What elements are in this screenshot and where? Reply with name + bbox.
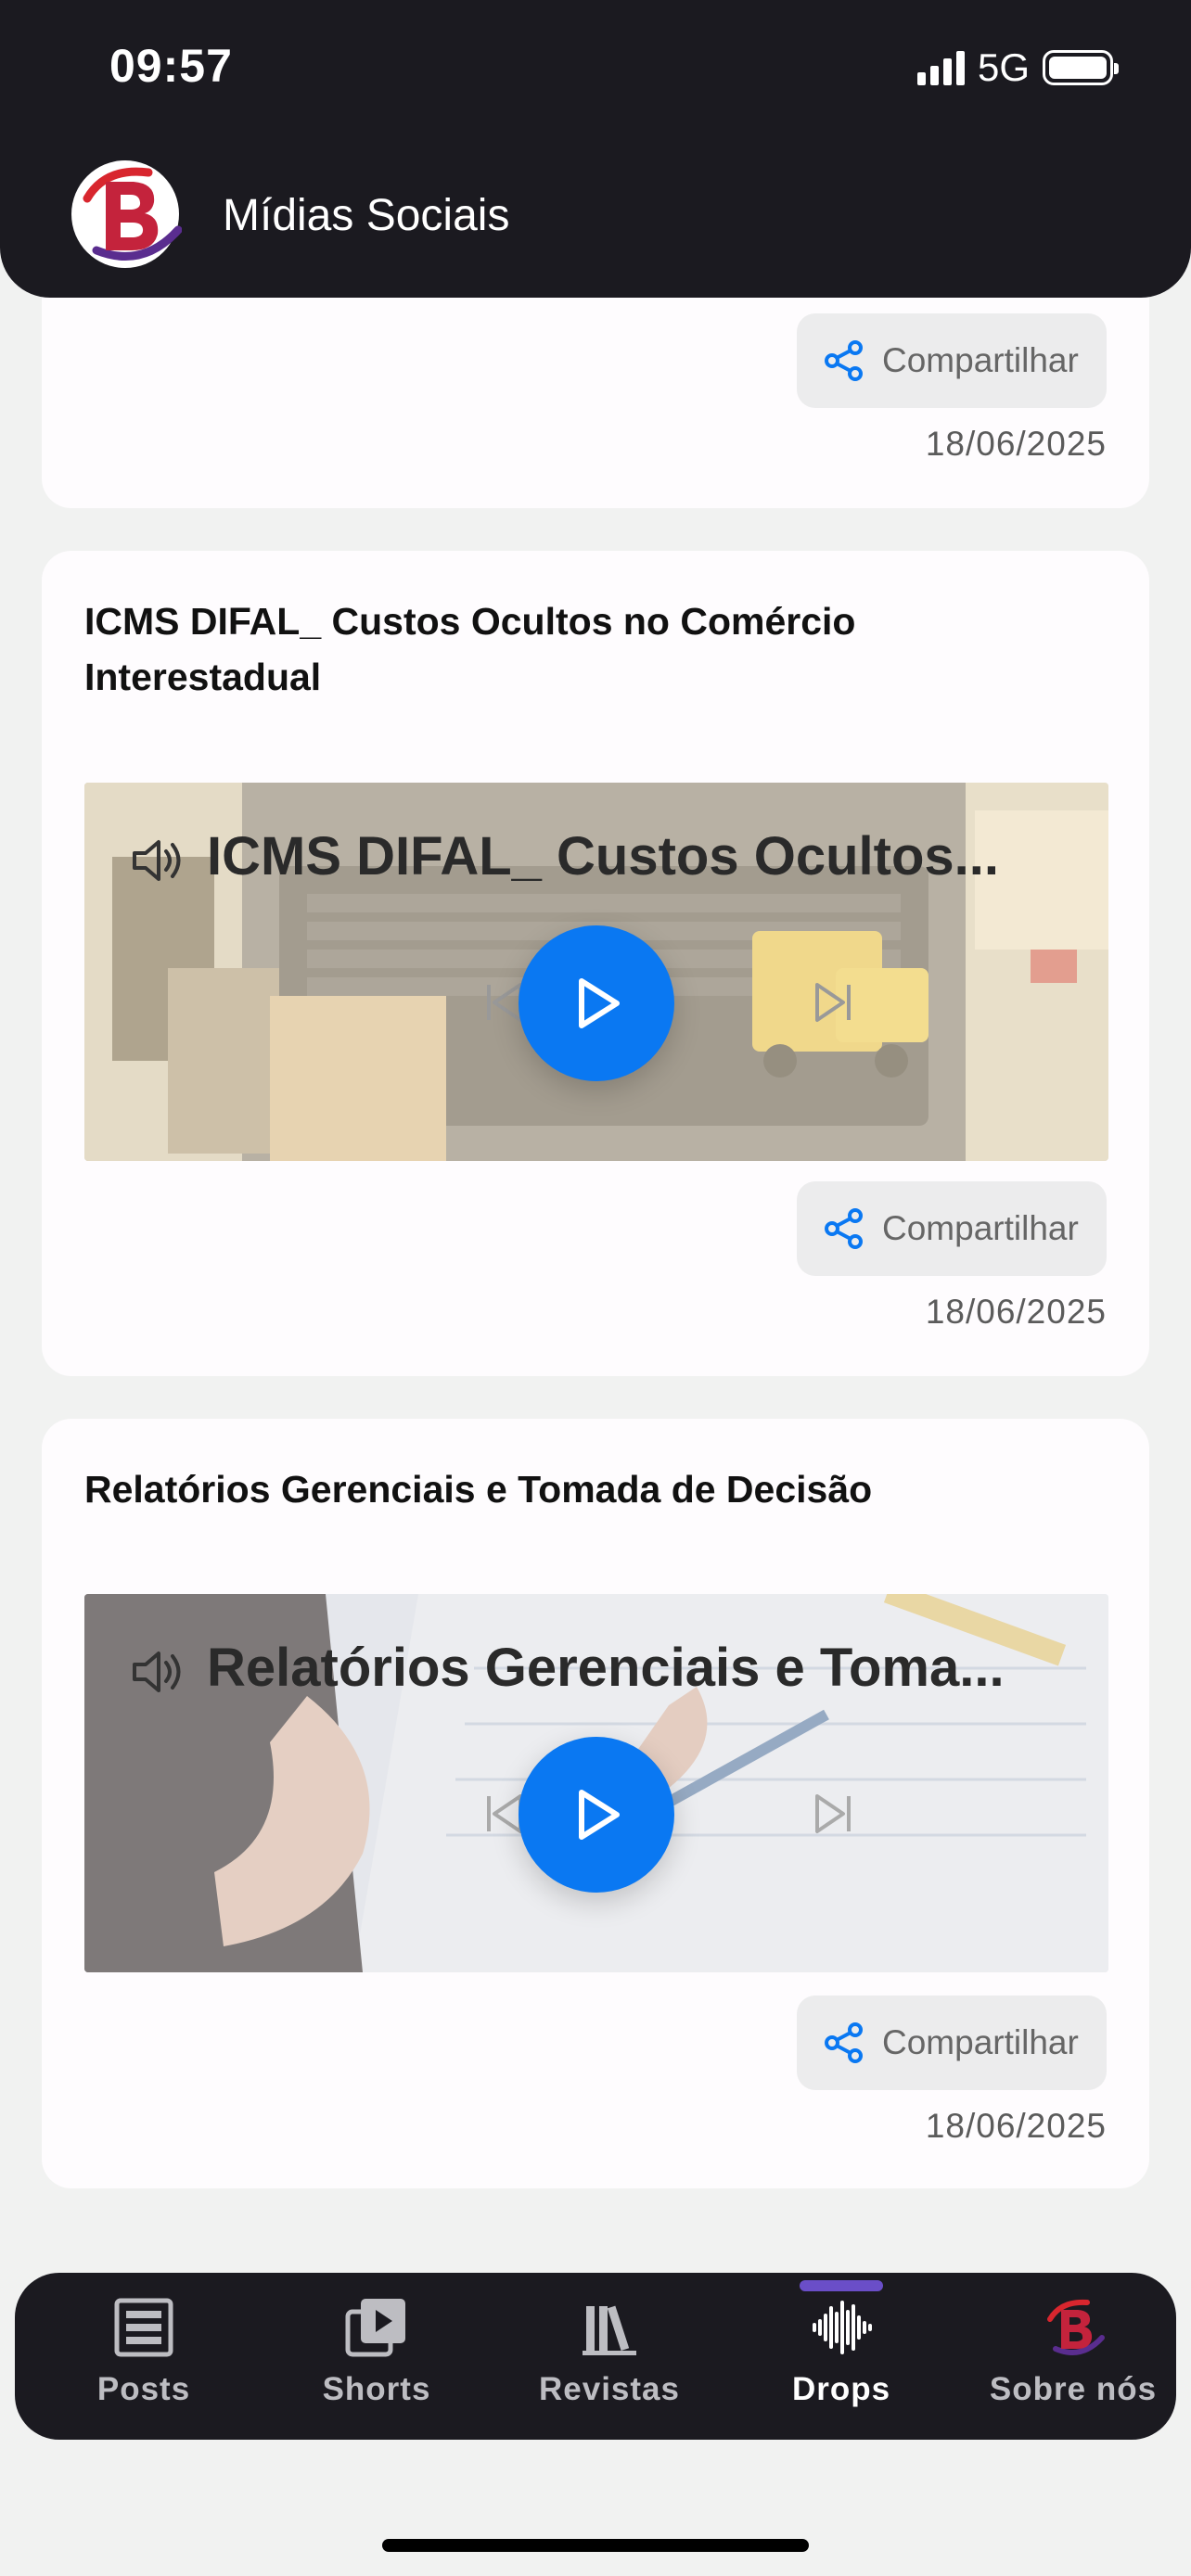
share-icon <box>825 1208 863 1249</box>
audio-player[interactable]: Relatórios Gerenciais e Toma... <box>84 1594 1108 1972</box>
status-indicators: 5G <box>916 45 1119 91</box>
tab-posts[interactable]: Posts <box>28 2273 260 2440</box>
tab-drops[interactable]: Drops <box>725 2273 957 2440</box>
post-title: ICMS DIFAL_ Custos Ocultos no Comércio I… <box>84 600 856 698</box>
post-date: 18/06/2025 <box>925 1293 1107 1331</box>
post-card: Relatórios Gerenciais e Tomada de Decisã… <box>42 1419 1149 2188</box>
post-card: ICMS DIFAL_ Custos Ocultos no Comércio I… <box>42 551 1149 1376</box>
share-label: Compartilhar <box>882 1209 1079 1247</box>
post-date: 18/06/2025 <box>925 2107 1107 2145</box>
shorts-icon <box>345 2299 405 2357</box>
app-logo <box>69 158 183 271</box>
active-tab-indicator <box>800 2280 883 2291</box>
home-indicator[interactable] <box>382 2539 809 2552</box>
next-icon[interactable] <box>810 979 856 1026</box>
tab-label: Posts <box>96 2371 191 2407</box>
audio-title: Relatórios Gerenciais e Toma... <box>207 1638 1005 1698</box>
logo-icon <box>1047 2299 1105 2355</box>
share-label: Compartilhar <box>882 2023 1079 2061</box>
tab-label: Revistas <box>539 2371 680 2407</box>
page-title: Mídias Sociais <box>223 191 510 240</box>
share-icon <box>825 2022 863 2063</box>
tab-label: Sobre nós <box>989 2371 1158 2407</box>
tab-shorts[interactable]: Shorts <box>261 2273 493 2440</box>
play-button[interactable] <box>519 1737 674 1893</box>
play-icon <box>579 1790 620 1840</box>
audio-player[interactable]: ICMS DIFAL_ Custos Ocultos... <box>84 783 1108 1161</box>
share-label: Compartilhar <box>882 341 1079 379</box>
volume-icon[interactable] <box>129 835 185 886</box>
share-button[interactable]: Compartilhar <box>797 1996 1107 2090</box>
network-type: 5G <box>977 45 1030 89</box>
post-title: Relatórios Gerenciais e Tomada de Decisã… <box>84 1468 873 1511</box>
tab-label: Drops <box>791 2371 891 2407</box>
revistas-icon <box>583 2305 636 2355</box>
tab-label: Shorts <box>322 2371 431 2407</box>
share-button[interactable]: Compartilhar <box>797 313 1107 408</box>
bottom-tab-bar: Posts Shorts Revistas Drops Sobre nós <box>15 2273 1176 2440</box>
play-icon <box>579 978 620 1028</box>
tab-revistas[interactable]: Revistas <box>493 2273 725 2440</box>
audio-title: ICMS DIFAL_ Custos Ocultos... <box>207 826 999 886</box>
posts-icon <box>114 2298 173 2357</box>
share-icon <box>825 340 863 381</box>
share-button[interactable]: Compartilhar <box>797 1181 1107 1276</box>
battery-icon <box>1043 50 1119 85</box>
drops-icon <box>813 2301 872 2354</box>
tab-sobre-nos[interactable]: Sobre nós <box>957 2273 1189 2440</box>
post-date: 18/06/2025 <box>925 425 1107 463</box>
signal-icon <box>916 50 965 85</box>
play-button[interactable] <box>519 925 674 1081</box>
app-header: 09:57 5G Mídias Sociais <box>0 0 1191 298</box>
status-time: 09:57 <box>109 40 233 92</box>
volume-icon[interactable] <box>129 1646 185 1698</box>
next-icon[interactable] <box>810 1791 856 1837</box>
